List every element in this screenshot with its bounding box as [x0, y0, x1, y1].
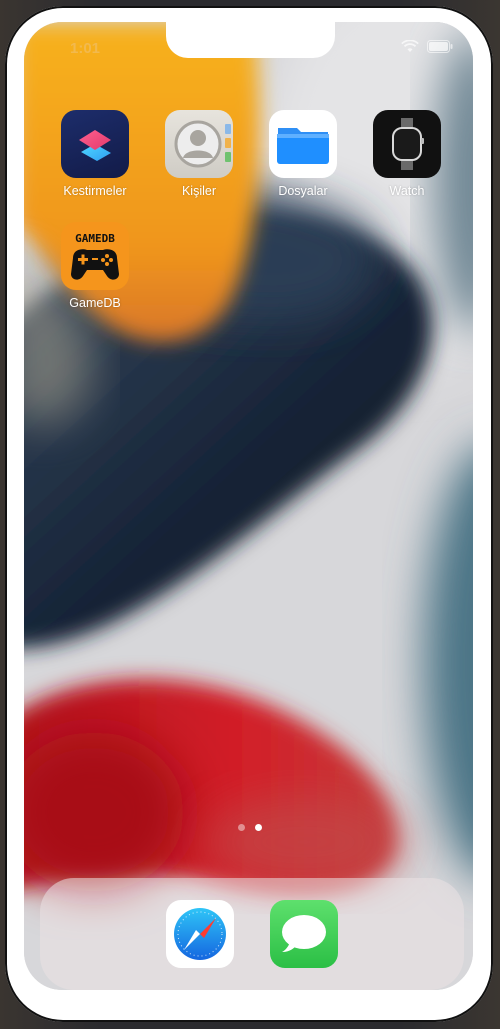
app-kisiler[interactable]: Kişiler [153, 110, 245, 198]
status-time: 1:01 [70, 40, 101, 57]
dock-app-safari[interactable] [166, 900, 234, 968]
wifi-icon [401, 39, 419, 58]
page-indicator[interactable] [238, 824, 262, 831]
safari-compass-icon [174, 908, 226, 960]
dock [40, 878, 464, 990]
app-kestirmeler[interactable]: Kestirmeler [49, 110, 141, 198]
page-dot-1[interactable] [238, 824, 245, 831]
gamepad-icon: GAMEDB [61, 222, 129, 290]
dock-app-messages[interactable] [270, 900, 338, 968]
app-label: Dosyalar [278, 184, 328, 198]
status-icons [401, 39, 453, 58]
page-dot-2[interactable] [255, 824, 262, 831]
shortcuts-icon [61, 110, 129, 178]
app-gamedb[interactable]: GAMEDB GameDB [49, 222, 141, 310]
app-label: Watch [389, 184, 425, 198]
contacts-icon [165, 110, 233, 178]
app-watch[interactable]: Watch [361, 110, 453, 198]
app-label: Kestirmeler [63, 184, 127, 198]
files-folder-icon [269, 110, 337, 178]
messages-bubble-icon [282, 915, 326, 952]
home-screen: 1:01 Kestirmeler Kişiler Dosyalar Watch … [24, 22, 473, 990]
app-label: GameDB [69, 296, 121, 310]
app-label: Kişiler [181, 184, 217, 198]
camera-notch [166, 22, 335, 58]
app-dosyalar[interactable]: Dosyalar [257, 110, 349, 198]
gamedb-logo-text: GAMEDB [75, 232, 115, 245]
battery-icon [427, 40, 453, 58]
watch-icon [373, 110, 441, 178]
